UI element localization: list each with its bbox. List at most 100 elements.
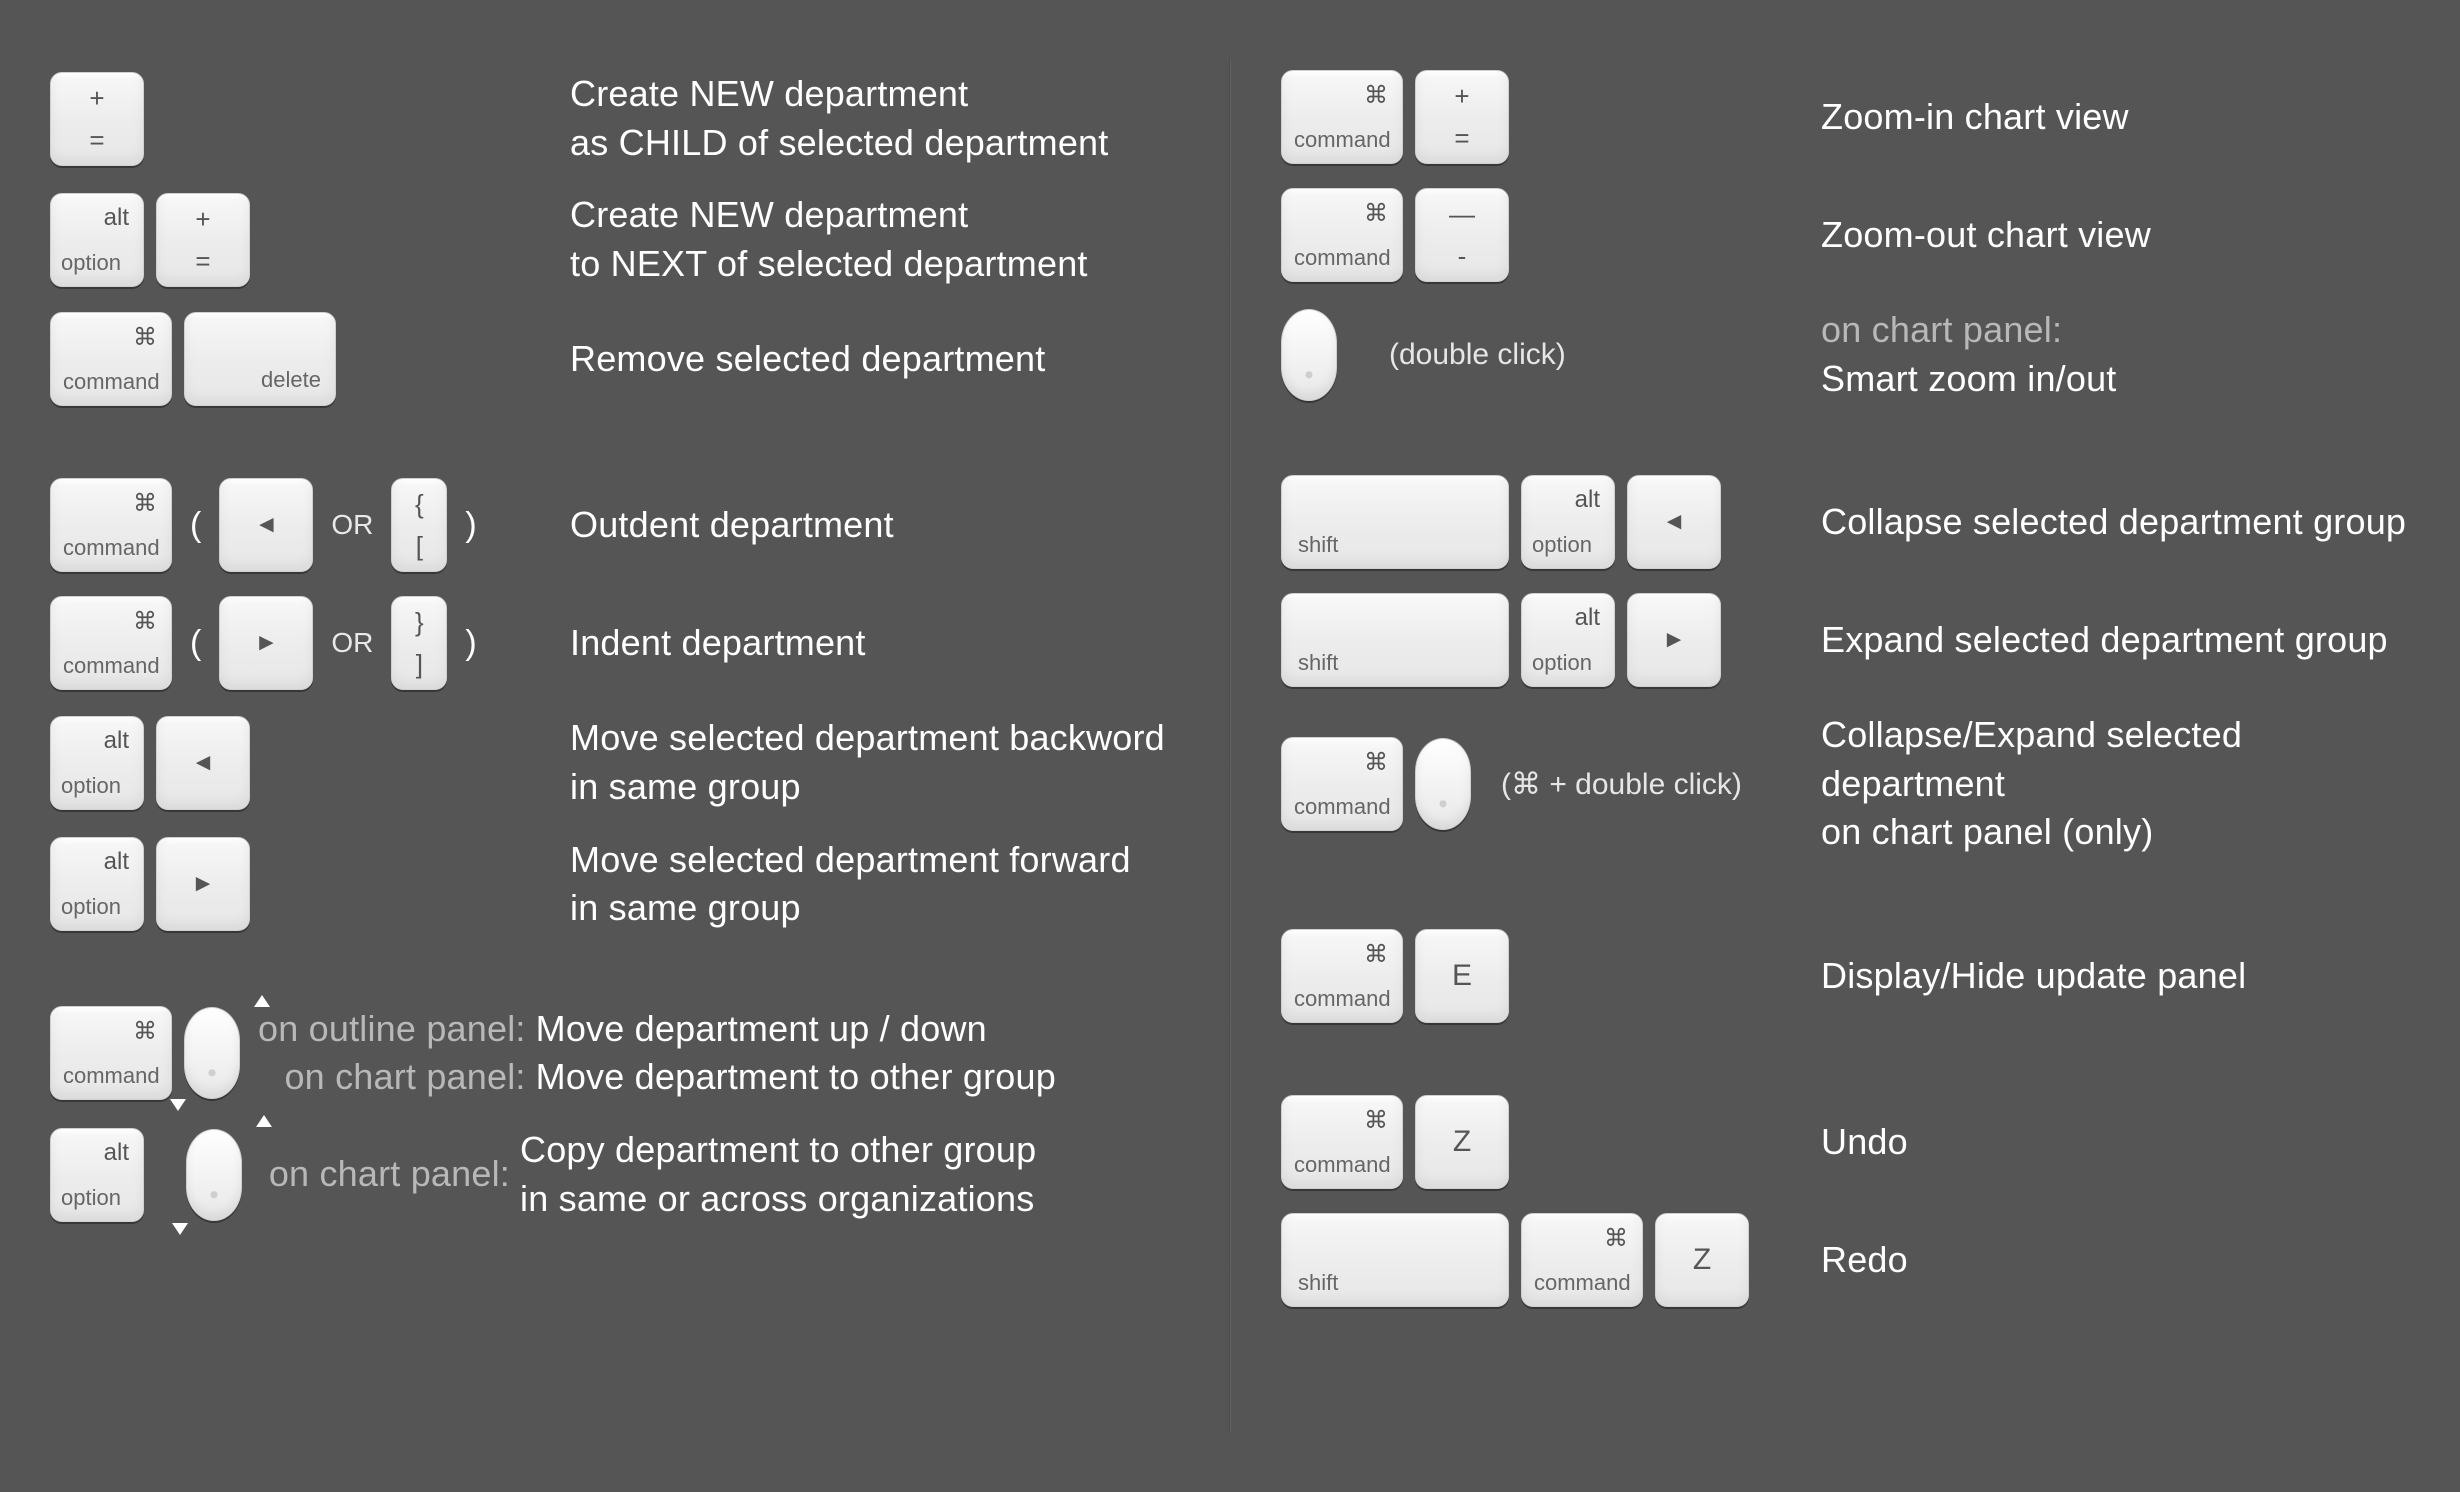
desc: Move department up / down Move departmen…: [536, 1005, 1056, 1102]
desc-line: Display/Hide update panel: [1821, 955, 2246, 996]
row-drag-command: ⌘ command on outline panel: on chart pan…: [50, 1005, 1189, 1102]
key-label: shift: [1298, 1270, 1338, 1296]
key-option: alt option: [50, 193, 144, 287]
mouse-drag-icon: [184, 1007, 240, 1099]
key-top-char: {: [392, 479, 446, 517]
desc-line: Outdent department: [570, 504, 894, 545]
key-z: Z: [1415, 1095, 1509, 1189]
row-undo: ⌘ command Z Undo: [1281, 1095, 2420, 1189]
key-label: shift: [1298, 650, 1338, 676]
desc-line: Collapse selected department group: [1821, 501, 2406, 542]
key-command: ⌘ command: [1281, 188, 1403, 282]
key-right-arrow: ►: [219, 596, 313, 690]
key-left-arrow: ◄: [1627, 475, 1721, 569]
desc-line: on chart panel (only): [1821, 811, 2153, 852]
desc-line: Redo: [1821, 1239, 1908, 1280]
arrow-left-icon: ◄: [157, 717, 249, 809]
key-shift: shift: [1281, 593, 1509, 687]
desc-line: as CHILD of selected department: [570, 122, 1108, 163]
cmd-icon: ⌘: [133, 1017, 157, 1046]
cmd-icon: ⌘: [1364, 199, 1388, 228]
key-bot-char: ]: [392, 651, 446, 689]
arrow-left-icon: ◄: [220, 479, 312, 571]
desc-line: in same or across organizations: [520, 1178, 1034, 1219]
context-labels: on outline panel: on chart panel:: [258, 1005, 526, 1102]
desc-line: in same group: [570, 766, 801, 807]
key-label: command: [1294, 986, 1390, 1012]
desc: Create NEW department to NEXT of selecte…: [570, 191, 1088, 288]
key-bot-char: [: [392, 533, 446, 571]
key-e: E: [1415, 929, 1509, 1023]
paren: ): [459, 506, 482, 545]
key-label: option: [61, 773, 121, 799]
arrow-right-icon: ►: [157, 838, 249, 930]
desc: Collapse/Expand selected department on c…: [1821, 711, 2420, 857]
key-label: option: [1532, 532, 1592, 558]
desc: Expand selected department group: [1821, 616, 2388, 665]
paren: ): [459, 624, 482, 663]
key-option: alt option: [50, 1128, 144, 1222]
key-option: alt option: [50, 716, 144, 810]
row-redo: shift ⌘ command Z Redo: [1281, 1213, 2420, 1307]
key-char: Z: [1416, 1096, 1508, 1188]
key-option: alt option: [50, 837, 144, 931]
row-zoom-out: ⌘ command — - Zoom-out chart view: [1281, 188, 2420, 282]
mouse-note: (⌘ + double click): [1501, 767, 1742, 802]
key-command: ⌘ command: [1521, 1213, 1643, 1307]
key-sym: alt: [1575, 604, 1600, 632]
desc-line: Move selected department forward: [570, 839, 1131, 880]
row-toggle-update-panel: ⌘ command E Display/Hide update panel: [1281, 929, 2420, 1023]
key-top-char: +: [1416, 71, 1508, 109]
desc-line: Remove selected department: [570, 338, 1045, 379]
key-top-char: —: [1416, 189, 1508, 227]
or-label: OR: [325, 627, 379, 659]
key-label: command: [1294, 245, 1390, 271]
desc: Redo: [1821, 1236, 1908, 1285]
cmd-icon: ⌘: [1604, 1224, 1628, 1253]
key-label: command: [1534, 1270, 1630, 1296]
row-zoom-in: ⌘ command + = Zoom-in chart view: [1281, 70, 2420, 164]
key-sym: alt: [104, 727, 129, 755]
desc: Remove selected department: [570, 335, 1045, 384]
key-z: Z: [1655, 1213, 1749, 1307]
key-command: ⌘ command: [1281, 929, 1403, 1023]
key-brace-bracket: { [: [391, 478, 447, 572]
context-labels: on chart panel:: [260, 1150, 510, 1199]
desc: on chart panel: Smart zoom in/out: [1821, 306, 2117, 403]
right-column: ⌘ command + = Zoom-in chart view ⌘ comma…: [1231, 0, 2460, 1492]
row-indent: ⌘ command ( ► OR } ] ) Indent department: [50, 596, 1189, 690]
context-label: on chart panel:: [1821, 306, 2117, 355]
key-label: command: [1294, 794, 1390, 820]
desc-line: Move selected department backword: [570, 717, 1165, 758]
key-top-char: +: [51, 73, 143, 111]
key-command: ⌘ command: [1281, 737, 1403, 831]
key-sym: alt: [104, 848, 129, 876]
desc-line: to NEXT of selected department: [570, 243, 1088, 284]
key-right-arrow: ►: [1627, 593, 1721, 687]
key-label: shift: [1298, 532, 1338, 558]
key-delete: delete: [184, 312, 336, 406]
key-bot-char: =: [51, 127, 143, 165]
row-outdent: ⌘ command ( ◄ OR { [ ) Outdent departmen…: [50, 478, 1189, 572]
key-label: option: [61, 1185, 121, 1211]
key-label: option: [61, 894, 121, 920]
mouse-note: (double click): [1389, 338, 1566, 372]
desc: Indent department: [570, 619, 866, 668]
cmd-icon: ⌘: [133, 607, 157, 636]
desc: Create NEW department as CHILD of select…: [570, 70, 1108, 167]
desc-line: Create NEW department: [570, 73, 968, 114]
key-command: ⌘ command: [50, 1006, 172, 1100]
key-shift: shift: [1281, 1213, 1509, 1307]
desc: Outdent department: [570, 501, 894, 550]
left-column: + = Create NEW department as CHILD of se…: [0, 0, 1229, 1492]
mouse-icon: [1281, 309, 1337, 401]
key-option: alt option: [1521, 593, 1615, 687]
key-command: ⌘ command: [50, 312, 172, 406]
arrow-right-icon: ►: [1628, 594, 1720, 686]
key-left-arrow: ◄: [156, 716, 250, 810]
arrow-left-icon: ◄: [1628, 476, 1720, 568]
cmd-icon: ⌘: [133, 323, 157, 352]
desc-line: Move department up / down: [536, 1008, 987, 1049]
key-label: command: [1294, 1152, 1390, 1178]
key-sym: alt: [104, 1139, 129, 1167]
